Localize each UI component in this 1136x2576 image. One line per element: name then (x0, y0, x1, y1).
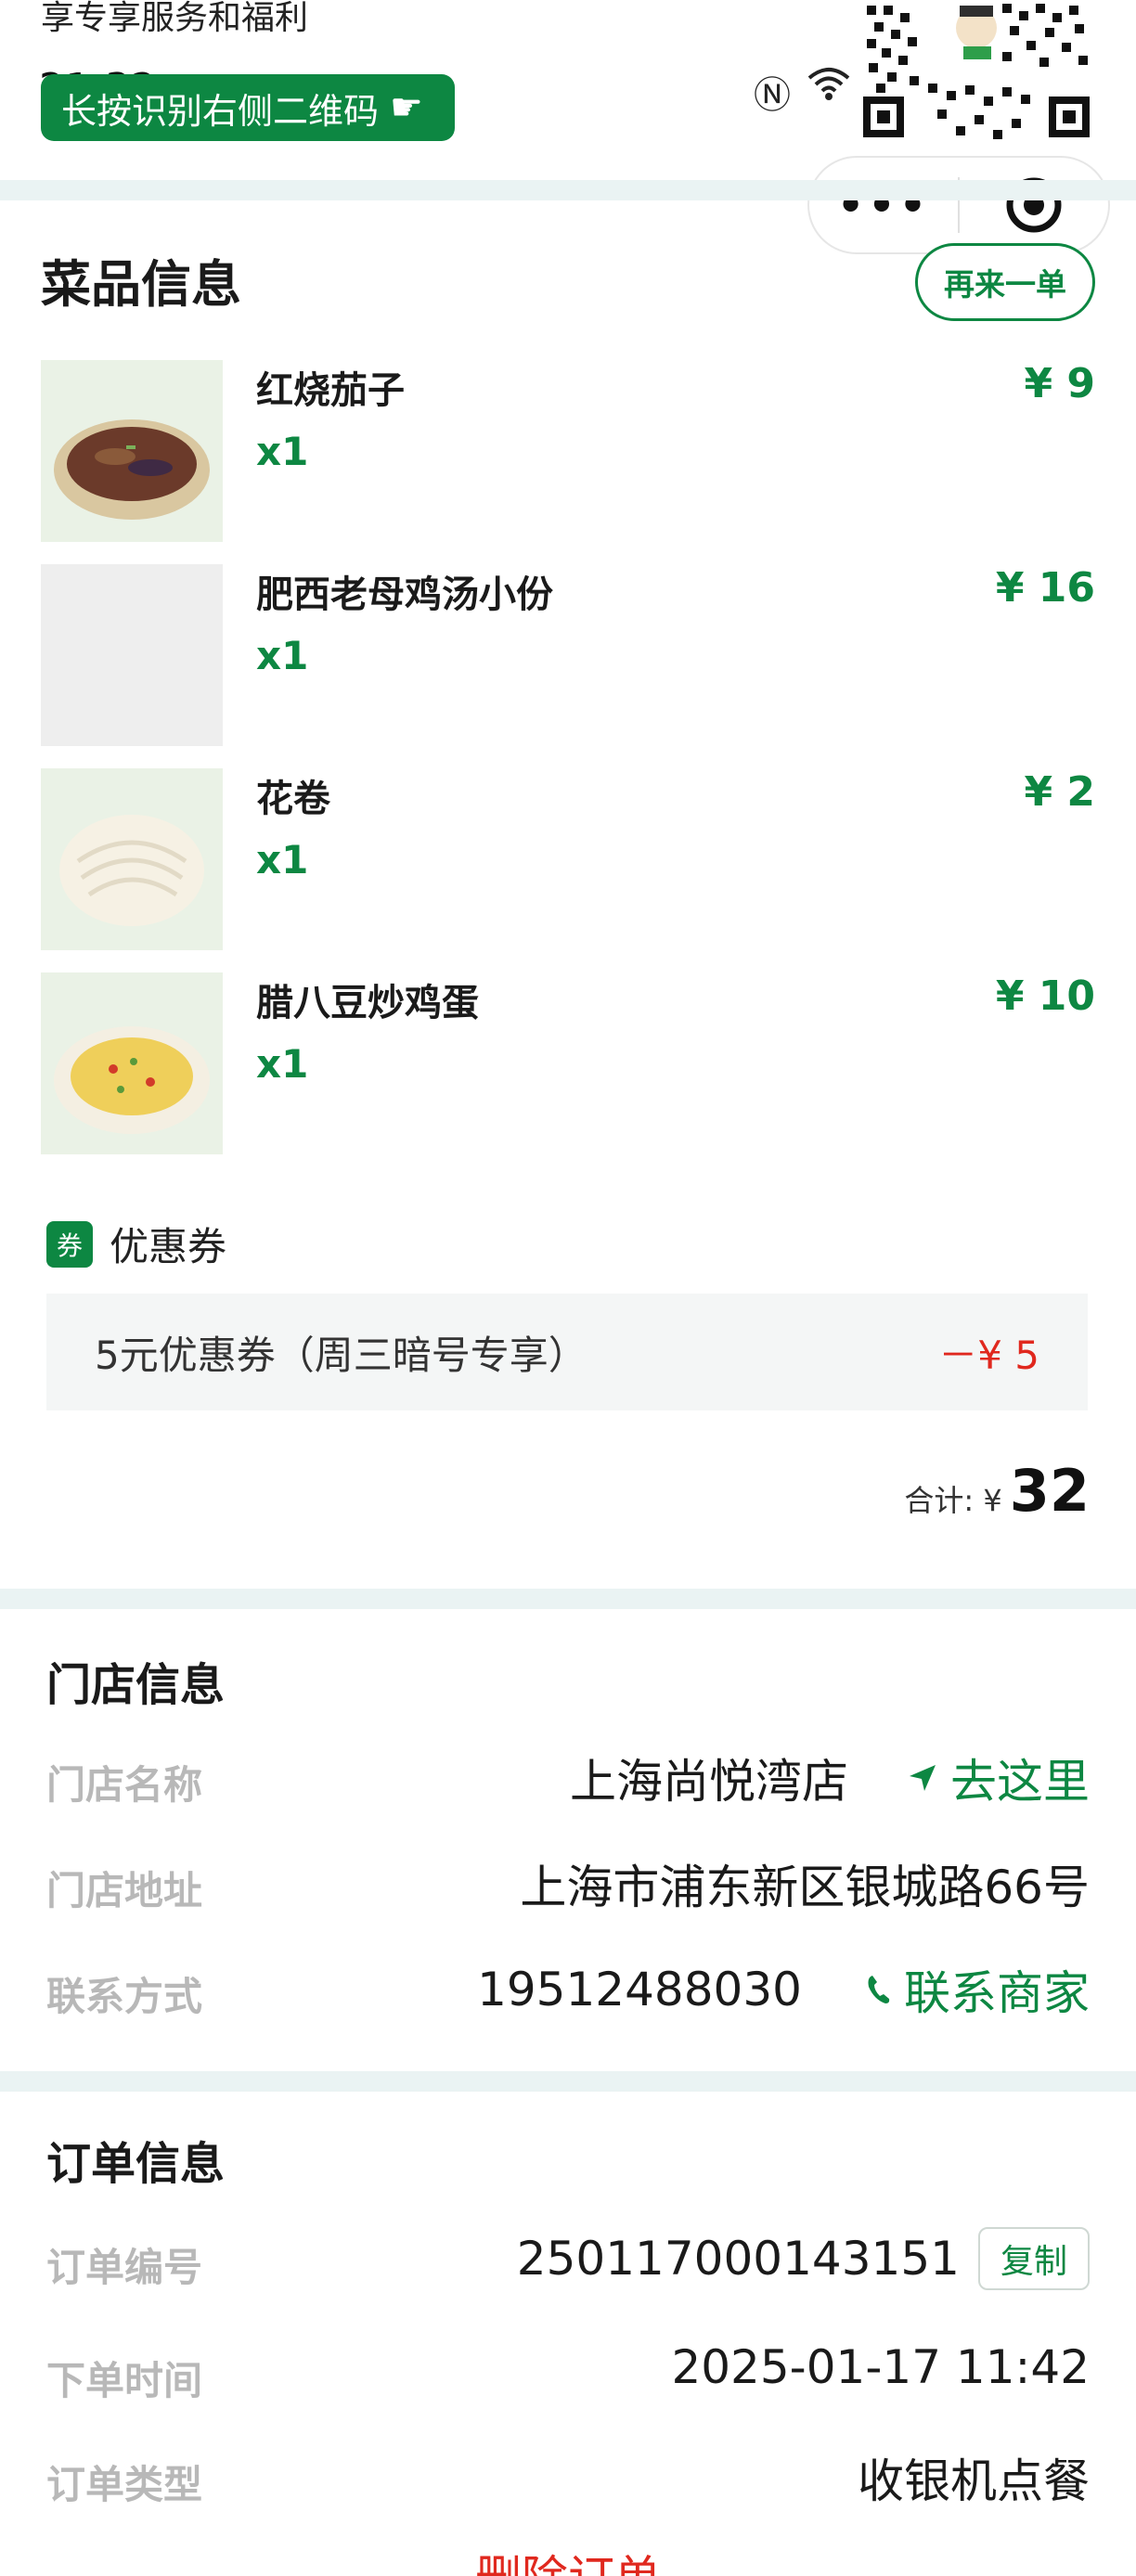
section-divider (0, 2071, 1136, 2092)
status-icons: Ⓝ (754, 65, 850, 119)
order-time-value: 2025-01-17 11:42 (671, 2340, 1090, 2394)
order-total: 合计: ¥ 32 (904, 1457, 1090, 1525)
dish-price: ¥ 9 (1024, 360, 1095, 407)
coupon-label: 优惠券 (110, 1224, 227, 1269)
order-time-text: 2025-01-17 11:42 (671, 2340, 1090, 2394)
section-divider (0, 180, 1136, 200)
copy-button[interactable]: 复制 (977, 2227, 1090, 2290)
phone-icon (868, 1976, 890, 2003)
order-type-key: 订单类型 (46, 2462, 203, 2507)
scan-qr-banner[interactable]: 长按识别右侧二维码 ☛ (41, 74, 455, 141)
contact-merchant-link[interactable]: 联系商家 (867, 1956, 1090, 2023)
store-name-value: 上海尚悦湾店 (570, 1755, 848, 1809)
store-address-key: 门店地址 (46, 1868, 203, 1913)
store-name-key: 门店名称 (46, 1762, 203, 1808)
order-time-row: 下单时间 2025-01-17 11:42 (46, 2340, 1090, 2415)
store-contact-key: 联系方式 (46, 1974, 203, 2019)
dish-price: ¥ 10 (995, 972, 1095, 1020)
store-name-row: 门店名称 上海尚悦湾店 去这里 (46, 1745, 1090, 1819)
dish-quantity: x1 (256, 1041, 309, 1087)
pointing-hand-icon: ☛ (390, 86, 423, 129)
store-phone: 19512488030 (477, 1963, 802, 2016)
store-contact-value-group: 19512488030 联系商家 (477, 1956, 1090, 2023)
store-address-row: 门店地址 上海市浦东新区银城路66号 (46, 1850, 1090, 1925)
dish-item[interactable]: 花卷 x1 ¥ 2 (41, 768, 1095, 950)
dish-item[interactable]: 肥西老母鸡汤小份 x1 ¥ 16 (41, 564, 1095, 746)
qr-code[interactable] (863, 0, 1090, 141)
store-address-value: 上海市浦东新区银城路66号 (520, 1850, 1090, 1917)
order-number-row: 订单编号 250117000143151 复制 (46, 2227, 1090, 2301)
coupon-row: 5元优惠券（周三暗号专享） －¥ 5 (46, 1294, 1088, 1410)
dish-name: 腊八豆炒鸡蛋 (256, 982, 479, 1024)
dish-name: 红烧茄子 (256, 369, 405, 412)
contact-merchant-label: 联系商家 (904, 1966, 1090, 2020)
order-type-value: 收银机点餐 (858, 2444, 1090, 2511)
coupon-header: 券 优惠券 (46, 1216, 226, 1272)
dishes-section-title: 菜品信息 (41, 255, 241, 314)
order-number-key: 订单编号 (46, 2245, 203, 2290)
order-type-text: 收银机点餐 (858, 2454, 1090, 2508)
coupon-discount: －¥ 5 (938, 1332, 1039, 1378)
wifi-icon (807, 65, 850, 119)
navigate-label: 去这里 (950, 1755, 1090, 1809)
order-section-title: 订单信息 (46, 2138, 226, 2190)
dish-price: ¥ 2 (1024, 768, 1095, 816)
scan-banner-label: 长按识别右侧二维码 (61, 90, 380, 132)
order-type-row: 订单类型 收银机点餐 (46, 2444, 1090, 2518)
promo-text: 享专享服务和福利 (41, 0, 309, 37)
delete-order-button[interactable]: 删除订单 (0, 2541, 1136, 2576)
dish-item[interactable]: 腊八豆炒鸡蛋 x1 ¥ 10 (41, 972, 1095, 1154)
dish-photo-eggplant (41, 360, 223, 542)
total-label: 合计: ¥ (904, 1483, 1002, 1518)
dish-quantity: x1 (256, 429, 309, 474)
navigation-arrow-icon (910, 1765, 936, 1791)
store-contact-row: 联系方式 19512488030 联系商家 (46, 1956, 1090, 2030)
coupon-badge-icon: 券 (46, 1220, 93, 1268)
mini-program-capsule: ••• (807, 156, 1110, 254)
dish-photo-bean-egg (41, 972, 223, 1154)
dish-price: ¥ 16 (995, 564, 1095, 612)
dish-item[interactable]: 红烧茄子 x1 ¥ 9 (41, 360, 1095, 542)
dish-photo-placeholder (41, 564, 223, 746)
navigate-link[interactable]: 去这里 (908, 1745, 1090, 1811)
dish-name: 肥西老母鸡汤小份 (256, 573, 553, 616)
nfc-icon: Ⓝ (754, 74, 791, 117)
dish-quantity: x1 (256, 837, 309, 882)
store-section-title: 门店信息 (46, 1659, 226, 1711)
dish-photo-flower-roll (41, 768, 223, 950)
dish-quantity: x1 (256, 633, 309, 678)
section-divider (0, 1589, 1136, 1609)
dish-name: 花卷 (256, 778, 330, 820)
order-number: 250117000143151 (516, 2232, 960, 2286)
order-time-key: 下单时间 (46, 2358, 203, 2403)
store-name-value-group: 上海尚悦湾店 去这里 (570, 1745, 1090, 1811)
order-number-value-group: 250117000143151 复制 (517, 2227, 1090, 2290)
store-address-text: 上海市浦东新区银城路66号 (520, 1861, 1090, 1914)
reorder-button[interactable]: 再来一单 (915, 243, 1095, 321)
total-value: 32 (1009, 1457, 1090, 1525)
coupon-name: 5元优惠券（周三暗号专享） (95, 1332, 587, 1378)
